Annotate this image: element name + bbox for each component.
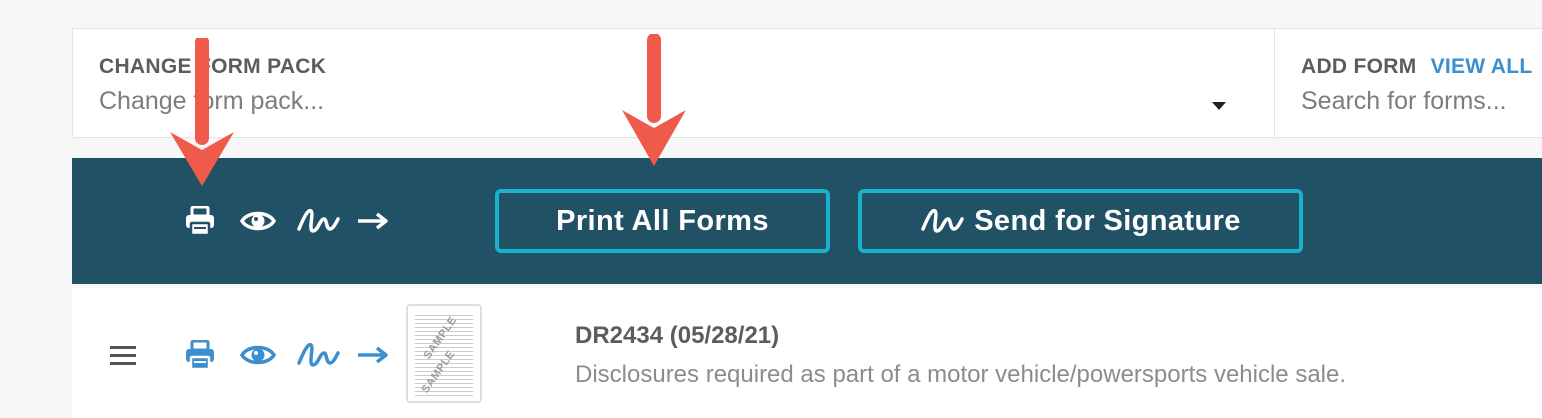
signature-icon[interactable] xyxy=(296,340,340,370)
signature-icon xyxy=(921,208,964,233)
send-for-signature-label: Send for Signature xyxy=(974,204,1241,237)
change-form-pack-field: CHANGE FORM PACK xyxy=(73,29,1275,137)
eye-icon[interactable] xyxy=(240,206,276,236)
add-form-field: ADD FORM VIEW ALL xyxy=(1276,29,1542,137)
form-description: Disclosures required as part of a motor … xyxy=(575,361,1347,388)
change-form-pack-label: CHANGE FORM PACK xyxy=(99,55,327,78)
form-row: SAMPLE SAMPLE DR2434 (05/28/21) Disclosu… xyxy=(72,288,1542,418)
chevron-down-icon[interactable] xyxy=(1212,102,1226,110)
form-selector-panel: CHANGE FORM PACK ADD FORM VIEW ALL xyxy=(72,28,1542,138)
printer-icon[interactable] xyxy=(184,206,216,236)
search-forms-input[interactable] xyxy=(1301,87,1542,116)
drag-handle-icon[interactable] xyxy=(110,340,136,370)
add-form-label-row: ADD FORM VIEW ALL xyxy=(1301,55,1533,79)
add-form-label: ADD FORM xyxy=(1301,55,1417,78)
view-all-link[interactable]: VIEW ALL xyxy=(1431,55,1533,78)
form-thumbnail[interactable]: SAMPLE SAMPLE xyxy=(406,304,482,403)
printer-icon[interactable] xyxy=(184,340,216,370)
arrow-right-icon[interactable] xyxy=(356,340,390,370)
send-for-signature-button[interactable]: Send for Signature xyxy=(858,189,1303,253)
form-title[interactable]: DR2434 (05/28/21) xyxy=(575,322,779,350)
eye-icon[interactable] xyxy=(240,340,276,370)
print-all-forms-label: Print All Forms xyxy=(556,204,769,237)
print-all-forms-button[interactable]: Print All Forms xyxy=(495,189,830,253)
change-form-pack-input[interactable] xyxy=(99,87,1199,116)
signature-icon[interactable] xyxy=(296,206,340,236)
arrow-right-icon[interactable] xyxy=(356,206,390,236)
bulk-actions-toolbar: Print All Forms Send for Signature xyxy=(72,158,1542,284)
